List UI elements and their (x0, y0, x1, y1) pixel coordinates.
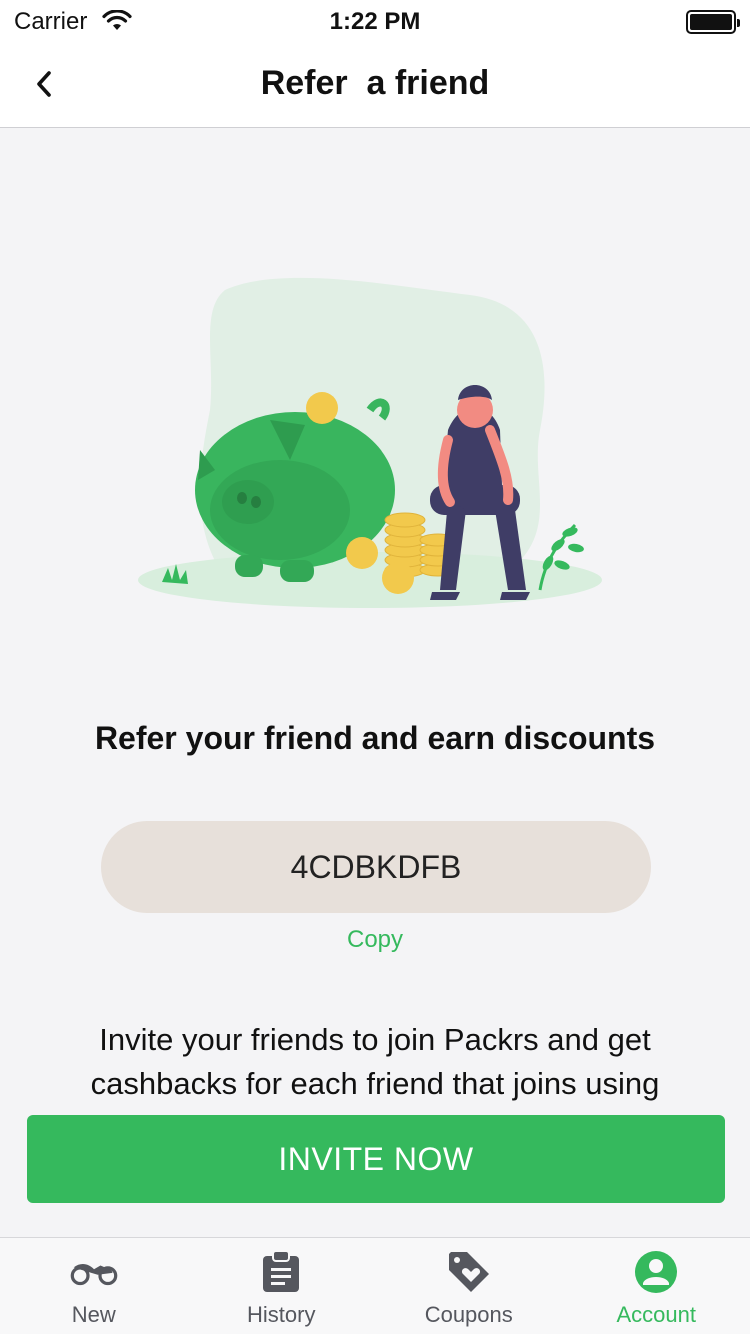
tab-label: History (247, 1302, 316, 1327)
invite-now-button[interactable]: INVITE NOW (27, 1115, 725, 1203)
motorbike-icon (70, 1250, 118, 1294)
tag-heart-icon (445, 1250, 493, 1294)
tab-new[interactable]: New (0, 1238, 188, 1334)
piggy-bank-illustration (130, 270, 610, 620)
referral-description: Invite your friends to join Packrs and g… (90, 1022, 660, 1128)
page-title: Refer a friend (260, 64, 490, 102)
status-bar: Carrier 1:22 PM (0, 0, 750, 44)
tab-coupons[interactable]: Coupons (375, 1238, 563, 1334)
clipboard-icon (257, 1250, 305, 1294)
referral-code-field: 4CDBKDFB (101, 821, 651, 913)
tab-label: New (71, 1302, 116, 1327)
referral-headline: Refer your friend and earn discounts (94, 720, 656, 756)
account-icon (632, 1250, 680, 1294)
clock: 1:22 PM (329, 8, 421, 35)
tab-bar: New History Coupons Account (0, 1237, 750, 1334)
tab-account[interactable]: Account (563, 1238, 750, 1334)
tab-label: Coupons (424, 1302, 513, 1327)
copy-button[interactable]: Copy (0, 926, 750, 954)
battery-icon (686, 10, 740, 34)
tab-history[interactable]: History (188, 1238, 376, 1334)
navigation-bar: Refer a friend (0, 44, 750, 128)
tab-label: Account (616, 1302, 697, 1327)
